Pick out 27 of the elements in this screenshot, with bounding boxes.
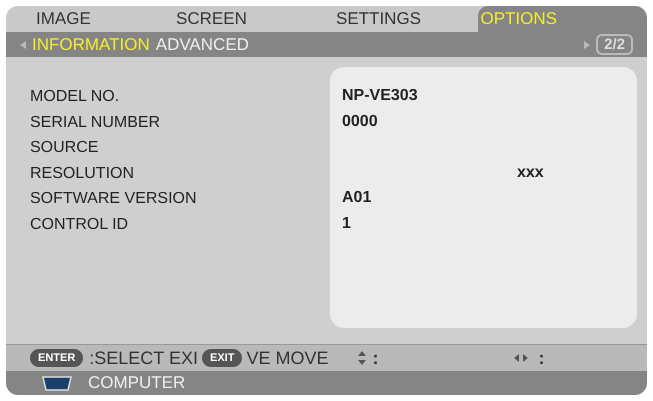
info-label: SOFTWARE VERSION <box>30 189 198 209</box>
info-label: RESOLUTION <box>30 164 136 184</box>
info-label: MODEL NO. <box>30 87 120 107</box>
right-arrow-icon[interactable] <box>584 40 590 48</box>
left-right-arrow-icon <box>514 354 528 362</box>
info-label: SERIAL NUMBER <box>30 112 162 132</box>
info-label: SOURCE <box>30 138 100 158</box>
info-value: NP-VE303 <box>342 87 418 104</box>
up-down-arrow-icon <box>358 351 366 365</box>
menu-tab[interactable]: SCREEN <box>176 6 336 32</box>
menu-tab[interactable]: IMAGE <box>36 6 176 32</box>
exit-key: EXIT <box>202 349 242 367</box>
monitor-port-icon <box>42 375 72 391</box>
page-indicator: 2/2 <box>596 34 633 55</box>
source-label: COMPUTER <box>88 373 186 393</box>
info-value: 0000 <box>342 112 378 130</box>
help-text: :SELECT EXI <box>89 348 198 368</box>
help-text: : <box>538 348 544 368</box>
enter-key: ENTER <box>30 349 84 367</box>
left-arrow-icon[interactable] <box>20 40 26 48</box>
help-text: : <box>372 348 378 368</box>
info-value: xxx <box>517 164 544 180</box>
info-label: CONTROL ID <box>30 214 130 234</box>
help-text: VE MOVE <box>246 348 328 368</box>
info-value: A01 <box>342 189 372 206</box>
info-value: 1 <box>342 214 351 232</box>
menu-tab[interactable]: SETTINGS <box>336 6 422 32</box>
